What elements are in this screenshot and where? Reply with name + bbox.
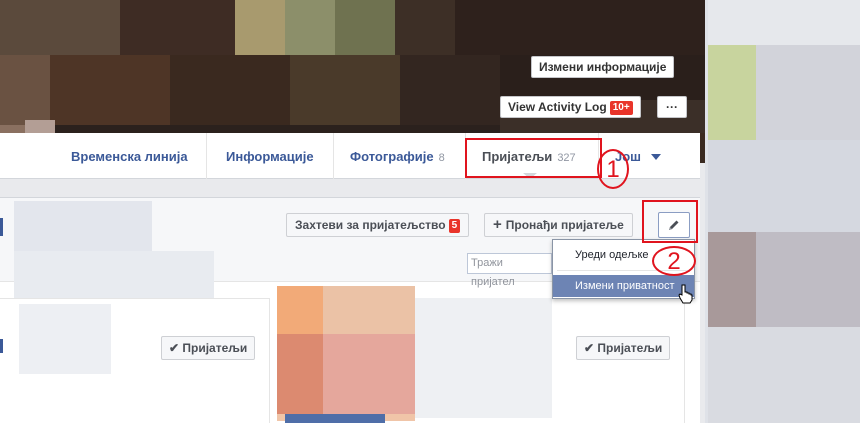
friend-requests-label: Захтеви за пријатељство bbox=[295, 218, 446, 232]
annotation-box-edit-button bbox=[642, 200, 698, 243]
friends-status-label: Пријатељи bbox=[597, 341, 663, 355]
menu-item-label: Уреди одељке bbox=[575, 249, 649, 261]
search-placeholder: Тражи пријател bbox=[471, 257, 515, 288]
edit-info-label: Измени информације bbox=[539, 60, 667, 74]
blur-block bbox=[708, 232, 756, 327]
find-friends-label: Пронађи пријатеље bbox=[505, 218, 624, 232]
menu-item-label: Измени приватност bbox=[575, 280, 675, 292]
notification-badge: 10+ bbox=[609, 101, 633, 115]
tab-count: 8 bbox=[438, 152, 445, 164]
tab-label: Временска линија bbox=[71, 149, 188, 164]
more-options-button[interactable]: ··· bbox=[657, 96, 687, 118]
annotation-label: 1 bbox=[606, 156, 620, 183]
friend-photo bbox=[19, 304, 111, 374]
blur-block bbox=[756, 45, 860, 140]
blur-block bbox=[756, 232, 860, 327]
friends-status-label: Пријатељи bbox=[182, 341, 248, 355]
right-column bbox=[705, 0, 860, 423]
ellipsis-icon: ··· bbox=[666, 100, 678, 114]
plus-icon: + bbox=[493, 216, 502, 233]
tab-label: Фотографије bbox=[350, 149, 434, 164]
request-count-badge: 5 bbox=[448, 219, 461, 233]
check-icon: ✔ bbox=[584, 341, 598, 355]
search-friends-input[interactable]: Тражи пријател bbox=[467, 253, 552, 288]
blur-block bbox=[708, 0, 860, 45]
friend-requests-button[interactable]: Захтеви за пријатељство 5 bbox=[286, 213, 470, 237]
tab-divider bbox=[333, 133, 334, 179]
menu-item-edit-privacy[interactable]: Измени приватност bbox=[553, 275, 694, 297]
edit-info-button[interactable]: Измени информације bbox=[531, 56, 675, 78]
blur-block bbox=[708, 45, 756, 140]
tab-about[interactable]: Информације bbox=[226, 133, 314, 179]
annotation-label: 2 bbox=[667, 248, 681, 275]
caret-down-icon bbox=[650, 154, 661, 160]
blur-block bbox=[708, 327, 860, 423]
activity-log-button[interactable]: View Activity Log 10+ bbox=[500, 96, 641, 118]
tab-photos[interactable]: Фотографије 8 bbox=[350, 133, 445, 179]
friend-card bbox=[552, 298, 685, 423]
hand-cursor-icon bbox=[678, 284, 693, 304]
annotation-number-2: 2 bbox=[652, 246, 696, 276]
annotation-box-friends-tab bbox=[465, 138, 602, 178]
tab-label: Информације bbox=[226, 149, 314, 164]
panel-title-fragment bbox=[0, 218, 3, 236]
blur-block bbox=[14, 201, 152, 251]
friend-card bbox=[0, 298, 270, 423]
friends-status-button[interactable]: ✔ Пријатељи bbox=[161, 336, 256, 360]
activity-log-label: View Activity Log bbox=[508, 100, 607, 114]
blur-block bbox=[708, 140, 860, 232]
check-icon: ✔ bbox=[169, 341, 183, 355]
page: Измени информације View Activity Log 10+ … bbox=[0, 0, 860, 423]
tab-divider bbox=[206, 133, 207, 179]
find-friends-button[interactable]: + Пронађи пријатеље bbox=[484, 213, 633, 237]
tab-timeline[interactable]: Временска линија bbox=[71, 133, 188, 179]
friend-name-fragment bbox=[0, 339, 3, 353]
annotation-number-1: 1 bbox=[597, 149, 629, 189]
friends-status-button[interactable]: ✔ Пријатељи bbox=[576, 336, 671, 360]
